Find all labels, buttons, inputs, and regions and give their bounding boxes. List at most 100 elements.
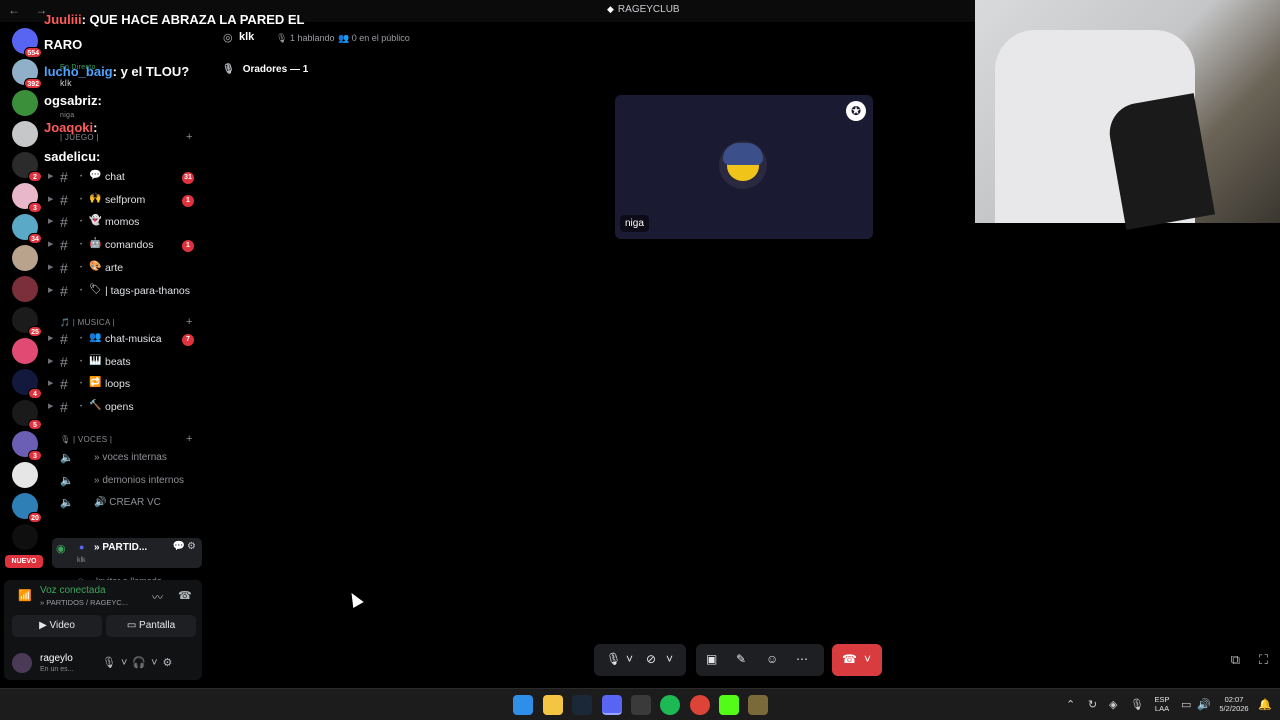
tray-expand-icon[interactable]: ⌃ [1066, 698, 1075, 711]
voice-channel[interactable]: 🔈 » voces internas [60, 450, 204, 468]
mic-tray-icon[interactable]: 🎙 [1130, 698, 1144, 711]
chevron-down-icon[interactable]: ˅ [864, 652, 871, 666]
channel-chat-musica[interactable]: ▶ # • 👥 chat-musica 7 [48, 331, 204, 351]
popout-icon[interactable]: ⧉ [1231, 652, 1240, 668]
disconnect-icon[interactable]: ☎ [178, 589, 192, 602]
clock-date: 5/2/2026 [1219, 704, 1249, 713]
obs-icon[interactable] [631, 695, 651, 715]
steam-icon[interactable] [572, 695, 592, 715]
category-musica-label: 🎵 | MUSICA | [60, 318, 116, 327]
server-icon[interactable] [12, 462, 38, 488]
screen-share-button[interactable]: ▭ Pantalla [106, 615, 196, 637]
overlay-chat-text: : [96, 149, 101, 164]
noise-suppression-icon[interactable]: 〰 [152, 589, 163, 605]
chevron-down-icon[interactable]: ˅ [626, 652, 633, 666]
channel-emoji: 🤖 [89, 238, 102, 250]
server-icon[interactable]: 392 [12, 59, 42, 89]
category-voces[interactable]: 🎙 | VOCES | + [60, 433, 192, 445]
overlay-chat-text: RARO [44, 37, 83, 52]
discord-icon[interactable] [602, 695, 622, 715]
server-icon[interactable] [12, 276, 38, 302]
category-musica[interactable]: 🎵 | MUSICA | + [60, 316, 192, 328]
overlay-chat-text: : [97, 93, 102, 108]
active-voice-channel[interactable]: ◉ ● » PARTID... klk 💬⚙ [52, 538, 202, 568]
minecraft-icon[interactable] [748, 695, 768, 715]
server-icon[interactable] [12, 245, 38, 271]
channel-selfprom[interactable]: ▶ # • 🙌 selfprom 1 [48, 192, 204, 212]
voice-status[interactable]: Voz conectada [40, 585, 106, 596]
channel-tools-icons[interactable]: 💬⚙ [173, 541, 198, 552]
stage-actions[interactable]: ▣ ✎ ☺ ⋯ [696, 644, 824, 676]
channel-arte[interactable]: ▶ # • 🎨 arte [48, 260, 204, 280]
channel-chat[interactable]: ▶ # • 💬 chat 31 [48, 169, 204, 189]
server-icon[interactable]: 25 [12, 307, 42, 337]
wifi-icon[interactable]: ▭ [1181, 698, 1191, 711]
server-icon[interactable]: 3 [12, 183, 42, 213]
channel-beats[interactable]: ▶ # • 🎹 beats [48, 354, 204, 374]
channel-comandos[interactable]: ▶ # • 🤖 comandos 1 [48, 237, 204, 257]
language-layout: LAA [1154, 704, 1170, 713]
start-icon[interactable] [513, 695, 533, 715]
dot-separator: • [80, 358, 83, 365]
channel-label: chat-musica [105, 333, 162, 345]
chrome-icon[interactable] [690, 695, 710, 715]
spotify-icon[interactable] [660, 695, 680, 715]
channel-label: opens [105, 401, 134, 414]
fullscreen-icon[interactable]: ⛶ [1259, 652, 1268, 668]
channel-emoji: 🏷 [89, 283, 102, 295]
channel-opens[interactable]: ▶ # • 🔨 opens [48, 399, 204, 419]
server-icon[interactable] [12, 90, 38, 116]
unread-badge: 1 [182, 194, 194, 207]
camera-off-icon[interactable]: ⊘ [646, 652, 656, 666]
server-icon[interactable]: 20 [12, 493, 42, 523]
server-icon[interactable]: 2 [12, 152, 42, 182]
chevron-down-icon[interactable]: ˅ [666, 652, 673, 666]
add-channel-icon[interactable]: + [186, 131, 193, 143]
server-icon[interactable]: 34 [12, 214, 42, 244]
speaker-tile[interactable]: ✪ niga [615, 95, 873, 239]
more-options-icon[interactable]: ⋯ [796, 652, 808, 666]
clock[interactable]: 02:07 5/2/2026 [1214, 695, 1254, 713]
voice-channel-label: » demonios internos [94, 474, 185, 486]
server-icon[interactable] [12, 338, 38, 364]
invite-user-icon[interactable]: ☺ [766, 652, 778, 666]
kick-icon[interactable] [719, 695, 739, 715]
server-icon[interactable] [12, 524, 38, 550]
notification-icon[interactable]: 🔔 [1258, 698, 1272, 711]
window-title-text: RAGEYCLUB [617, 4, 680, 15]
server-icon[interactable]: 3 [12, 431, 42, 461]
signal-icon[interactable]: 📶 [18, 589, 32, 602]
channel-arrow-icon: ▶ [48, 357, 54, 365]
leave-call-button[interactable]: ☎ ˅ [832, 644, 882, 676]
mic-controls[interactable]: 🎙 ˅ ⊘ ˅ [594, 644, 686, 676]
server-icon[interactable] [12, 121, 38, 147]
new-badge[interactable]: NUEVO [5, 555, 43, 568]
volume-icon[interactable]: 🔊 [1197, 698, 1211, 711]
network-app-icon[interactable]: ◈ [1109, 698, 1117, 711]
user-audio-controls[interactable]: 🎙˅🎧˅⚙ [102, 656, 177, 669]
voice-channel[interactable]: 🔈 » demonios internos [60, 473, 204, 491]
server-icon[interactable]: 5 [12, 400, 42, 430]
add-channel-icon[interactable]: + [186, 316, 193, 328]
sync-icon[interactable]: ↻ [1088, 698, 1097, 711]
server-icon[interactable]: 554 [12, 28, 42, 58]
live-name[interactable]: klk [60, 78, 72, 88]
voice-channel[interactable]: 🔈 🔊 CREAR VC [60, 495, 204, 513]
channel-tags-para-thanos[interactable]: ▶ # • 🏷 | tags-para-thanos [48, 283, 204, 303]
language-indicator[interactable]: ESP LAA [1150, 695, 1174, 713]
add-channel-icon[interactable]: + [186, 433, 193, 445]
file-explorer-icon[interactable] [543, 695, 563, 715]
server-icon[interactable]: 4 [12, 369, 42, 399]
screen-share-icon[interactable]: ▣ [706, 652, 717, 666]
channel-arrow-icon: ▶ [48, 218, 54, 226]
user-panel[interactable]: rageylo En un es... 🎙˅🎧˅⚙ [12, 651, 202, 677]
channel-momos[interactable]: ▶ # • 👻 momos [48, 214, 204, 234]
hash-icon: # [60, 237, 68, 254]
channel-arrow-icon: ▶ [48, 241, 54, 249]
activity-icon[interactable]: ✎ [736, 652, 746, 666]
avatar[interactable] [12, 653, 32, 673]
channel-loops[interactable]: ▶ # • 🔁 loops [48, 376, 204, 396]
unread-badge: 1 [182, 240, 194, 253]
mic-icon[interactable]: 🎙 [606, 652, 621, 666]
video-button[interactable]: ▶ Video [12, 615, 102, 637]
